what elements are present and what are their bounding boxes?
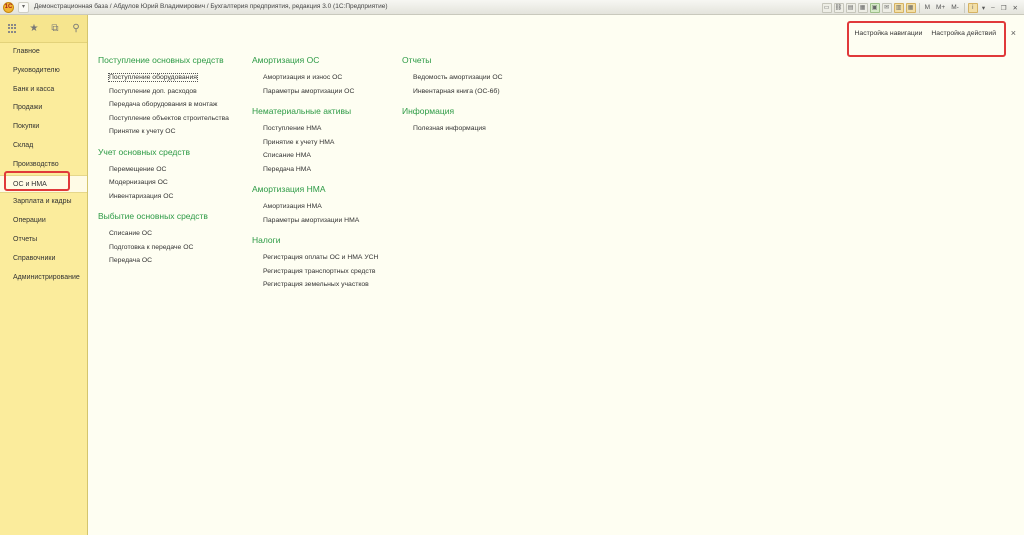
column-3: Отчеты Ведомость амортизации ОС Инвентар… bbox=[402, 55, 503, 144]
nav-link[interactable]: Инвентаризация ОС bbox=[98, 190, 229, 204]
section: Нематериальные активы Поступление НМА Пр… bbox=[252, 106, 378, 176]
section-title: Выбытие основных средств bbox=[98, 211, 208, 221]
sidebar-menu: Главное Руководителю Банк и касса Продаж… bbox=[0, 43, 87, 287]
nav-link[interactable]: Списание НМА bbox=[252, 149, 378, 163]
info-icon[interactable]: i bbox=[967, 2, 978, 13]
sidebar-item-bank[interactable]: Банк и касса bbox=[0, 81, 87, 100]
sidebar-item-operations[interactable]: Операции bbox=[0, 212, 87, 231]
memory-plus-button[interactable]: M+ bbox=[934, 4, 947, 11]
column-2: Амортизация ОС Амортизация и износ ОС Па… bbox=[252, 55, 378, 300]
section: Амортизация ОС Амортизация и износ ОС Па… bbox=[252, 55, 378, 98]
calculator-icon[interactable]: ▣ bbox=[869, 2, 880, 13]
nav-link[interactable]: Передача ОС bbox=[98, 254, 229, 268]
window-title: Демонстрационная база / Абдулов Юрий Вла… bbox=[34, 3, 388, 10]
dropdown-icon[interactable]: ▾ bbox=[980, 4, 987, 12]
nav-link[interactable]: Передача оборудования в монтаж bbox=[98, 98, 229, 112]
section: Учет основных средств Перемещение ОС Мод… bbox=[98, 147, 229, 204]
title-toolbar: ▭ ⛓ ▤ ▦ ▣ ✉ ▥ ▦ M M+ M- i ▾ – ❐ ✕ bbox=[821, 1, 1020, 14]
search-icon[interactable]: ⚲ bbox=[71, 23, 81, 34]
nav-link[interactable]: Перемещение ОС bbox=[98, 163, 229, 177]
nav-link[interactable]: Поступление доп. расходов bbox=[98, 85, 229, 99]
sidebar-item-admin[interactable]: Администрирование bbox=[0, 269, 87, 288]
mail-icon[interactable]: ✉ bbox=[881, 2, 892, 13]
section-title: Поступление основных средств bbox=[98, 55, 224, 65]
section: Амортизация НМА Амортизация НМА Параметр… bbox=[252, 184, 378, 227]
title-bar: 1С ▾ Демонстрационная база / Абдулов Юри… bbox=[0, 0, 1024, 15]
section-title: Информация bbox=[402, 106, 455, 116]
nav-link[interactable]: Подготовка к передаче ОС bbox=[98, 241, 229, 255]
nav-link[interactable]: Амортизация и износ ОС bbox=[252, 71, 378, 85]
section-title: Учет основных средств bbox=[98, 146, 190, 157]
nav-link[interactable]: Поступление НМА bbox=[252, 122, 378, 136]
sidebar-item-purchases[interactable]: Покупки bbox=[0, 118, 87, 137]
section-title: Налоги bbox=[252, 235, 281, 245]
section-title: Амортизация ОС bbox=[252, 55, 320, 65]
nav-link[interactable]: Регистрация земельных участков bbox=[252, 278, 378, 292]
sidebar-item-warehouse[interactable]: Склад bbox=[0, 137, 87, 156]
nav-link[interactable]: Амортизация НМА bbox=[252, 200, 378, 214]
document-icon[interactable]: ▥ bbox=[893, 2, 904, 13]
section: Выбытие основных средств Списание ОС Под… bbox=[98, 211, 229, 268]
section-title: Нематериальные активы bbox=[252, 106, 352, 116]
highlight-frame bbox=[4, 171, 70, 191]
section: Отчеты Ведомость амортизации ОС Инвентар… bbox=[402, 55, 503, 98]
link-icon[interactable]: ⛓ bbox=[833, 2, 844, 13]
column-1: Поступление основных средств Поступление… bbox=[98, 55, 229, 276]
minimize-icon[interactable]: – bbox=[989, 4, 997, 11]
menu-grid-icon[interactable] bbox=[8, 23, 18, 34]
nav-link[interactable]: Инвентарная книга (ОС-6б) bbox=[402, 85, 503, 99]
preview-icon[interactable]: ▦ bbox=[857, 2, 868, 13]
nav-link[interactable]: Поступление оборудования bbox=[98, 71, 229, 85]
section: Налоги Регистрация оплаты ОС и НМА УСН Р… bbox=[252, 235, 378, 292]
history-icon[interactable]: ⧉ bbox=[50, 23, 60, 34]
nav-link-label: Поступление оборудования bbox=[108, 73, 198, 82]
nav-link[interactable]: Регистрация оплаты ОС и НМА УСН bbox=[252, 251, 378, 265]
main-content: Настройка навигации Настройка действий ×… bbox=[88, 15, 1024, 535]
sidebar: ★ ⧉ ⚲ Главное Руководителю Банк и касса … bbox=[0, 15, 88, 535]
sidebar-item-reports[interactable]: Отчеты bbox=[0, 231, 87, 250]
nav-link[interactable]: Списание ОС bbox=[98, 227, 229, 241]
toolbar-divider bbox=[963, 2, 965, 13]
highlight-frame bbox=[847, 21, 1006, 57]
sidebar-item-catalogs[interactable]: Справочники bbox=[0, 250, 87, 269]
section: Поступление основных средств Поступление… bbox=[98, 55, 229, 139]
sidebar-item-salary[interactable]: Зарплата и кадры bbox=[0, 193, 87, 212]
sidebar-item-sales[interactable]: Продажи bbox=[0, 99, 87, 118]
screen-icon[interactable]: ▭ bbox=[821, 2, 832, 13]
restore-icon[interactable]: ❐ bbox=[999, 4, 1009, 12]
app-logo-icon[interactable]: 1С bbox=[3, 2, 14, 13]
memory-button[interactable]: M bbox=[923, 4, 932, 11]
nav-link[interactable]: Параметры амортизации НМА bbox=[252, 214, 378, 228]
nav-link[interactable]: Модернизация ОС bbox=[98, 176, 229, 190]
nav-link[interactable]: Передача НМА bbox=[252, 163, 378, 177]
close-icon[interactable]: × bbox=[1011, 28, 1016, 38]
sidebar-item-manager[interactable]: Руководителю bbox=[0, 62, 87, 81]
print-icon[interactable]: ▤ bbox=[845, 2, 856, 13]
nav-link[interactable]: Регистрация транспортных средств bbox=[252, 265, 378, 279]
section-title: Отчеты bbox=[402, 55, 432, 65]
nav-link[interactable]: Полезная информация bbox=[402, 122, 503, 136]
chevron-down-icon[interactable]: ▾ bbox=[18, 2, 29, 13]
section-title: Амортизация НМА bbox=[252, 184, 326, 194]
nav-link[interactable]: Принятие к учету НМА bbox=[252, 136, 378, 150]
sidebar-toolbar: ★ ⧉ ⚲ bbox=[0, 15, 87, 43]
toolbar-divider bbox=[918, 2, 920, 13]
nav-link[interactable]: Ведомость амортизации ОС bbox=[402, 71, 503, 85]
nav-link[interactable]: Поступление объектов строительства bbox=[98, 112, 229, 126]
star-icon[interactable]: ★ bbox=[29, 23, 39, 34]
table-icon[interactable]: ▦ bbox=[905, 2, 916, 13]
nav-link[interactable]: Принятие к учету ОС bbox=[98, 125, 229, 139]
close-window-icon[interactable]: ✕ bbox=[1011, 4, 1020, 12]
nav-link[interactable]: Параметры амортизации ОС bbox=[252, 85, 378, 99]
memory-minus-button[interactable]: M- bbox=[949, 4, 961, 11]
section: Информация Полезная информация bbox=[402, 106, 503, 136]
sidebar-item-main[interactable]: Главное bbox=[0, 43, 87, 62]
